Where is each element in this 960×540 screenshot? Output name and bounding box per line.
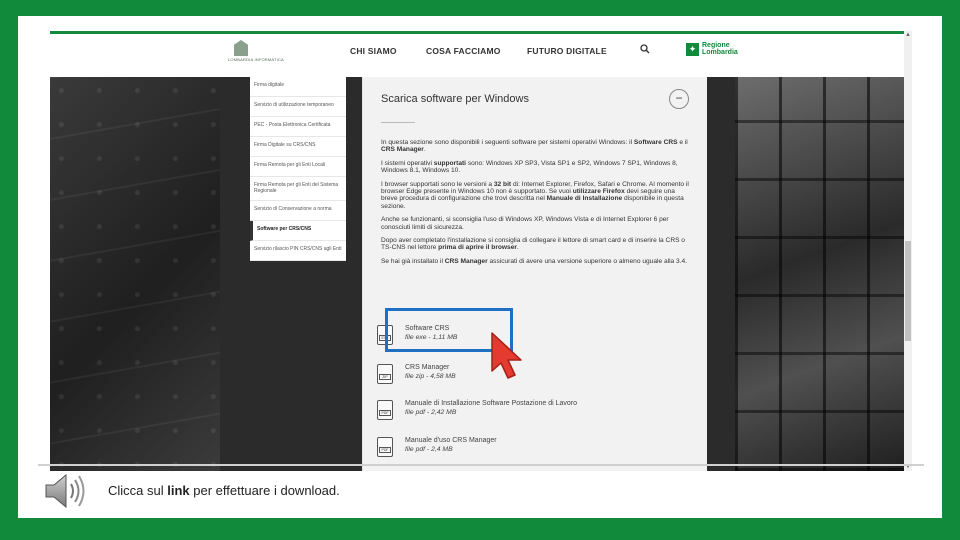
speaker-icon[interactable] [42, 473, 88, 509]
top-navigation: LOMBARDIA INFORMATICA CHI SIAMO COSA FAC… [50, 31, 904, 77]
region-label: Regione Lombardia [702, 42, 738, 56]
regione-lombardia-logo[interactable]: ✦ Regione Lombardia [686, 41, 746, 61]
download-name[interactable]: Manuale di Installazione Software Postaz… [405, 400, 577, 407]
zip-file-icon: ZIP [377, 364, 393, 384]
download-meta: file pdf - 2,4 MB [405, 446, 453, 453]
sidebar-item-firma-remota-sistema[interactable]: Firma Remota per gli Enti del Sistema Re… [250, 177, 346, 201]
description-text: In questa sezione sono disponibili i seg… [381, 139, 691, 271]
sidebar-item-firma-remota-enti-locali[interactable]: Firma Remota per gli Enti Locali [250, 157, 346, 177]
download-meta: file zip - 4,58 MB [405, 373, 456, 380]
website-screenshot: LOMBARDIA INFORMATICA CHI SIAMO COSA FAC… [50, 31, 912, 471]
sidebar-item-software-crs[interactable]: Software per CRS/CNS [250, 221, 346, 241]
download-name[interactable]: Manuale d'uso CRS Manager [405, 437, 497, 444]
background-image-left [50, 77, 220, 471]
nav-chi-siamo[interactable]: CHI SIAMO [350, 46, 397, 56]
paragraph-software: In questa sezione sono disponibili i seg… [381, 139, 688, 154]
sidebar-item-pec[interactable]: PEC - Posta Elettronica Certificata [250, 117, 346, 137]
sidebar-item-servizio-temporaneo[interactable]: Servizio di utilizzazione temporaneo [250, 97, 346, 117]
page-title: Scarica software per Windows [381, 93, 529, 105]
nav-cosa-facciamo[interactable]: COSA FACCIAMO [426, 46, 501, 56]
instruction-caption: Clicca sul link per effettuare i downloa… [108, 483, 340, 498]
paragraph-smartcard: Dopo aver completato l'installazione si … [381, 237, 685, 252]
cursor-arrow-icon [491, 332, 522, 379]
site-logo[interactable]: LOMBARDIA INFORMATICA [228, 40, 288, 66]
download-name[interactable]: CRS Manager [405, 364, 449, 371]
paragraph-version: Se hai già installato il CRS Manager ass… [381, 257, 688, 265]
download-manuale-uso[interactable]: PDF Manuale d'uso CRS Manager file pdf -… [377, 435, 677, 463]
background-image-right [735, 77, 912, 471]
footer-divider [38, 464, 924, 466]
region-icon: ✦ [686, 43, 699, 56]
logo-icon [234, 40, 248, 56]
download-manuale-installazione[interactable]: PDF Manuale di Installazione Software Po… [377, 398, 677, 426]
collapse-button[interactable]: − [669, 89, 689, 109]
slide-frame: LOMBARDIA INFORMATICA CHI SIAMO COSA FAC… [18, 16, 942, 518]
sidebar-item-rilascio-pin[interactable]: Servizio rilascio PIN CRS/CNS agli Enti [250, 241, 346, 261]
pdf-file-icon: PDF [377, 400, 393, 420]
sidebar-menu: Firma digitale Servizio di utilizzazione… [250, 77, 346, 261]
download-meta: file pdf - 2,42 MB [405, 409, 457, 416]
scrollbar-thumb[interactable] [905, 241, 911, 341]
pdf-file-icon: PDF [377, 437, 393, 457]
logo-text: LOMBARDIA INFORMATICA [228, 57, 284, 62]
paragraph-browser: I browser supportati sono le versioni a … [381, 180, 689, 210]
scroll-up-icon[interactable]: ▲ [905, 32, 911, 38]
title-divider [381, 122, 415, 123]
sidebar-item-firma-digitale[interactable]: Firma digitale [250, 77, 346, 97]
nav-futuro-digitale[interactable]: FUTURO DIGITALE [527, 46, 607, 56]
content-panel: Scarica software per Windows − In questa… [362, 77, 707, 471]
paragraph-os: I sistemi operativi supportati sono: Win… [381, 159, 678, 175]
scrollbar[interactable]: ▲ ▼ [904, 31, 912, 471]
sidebar-item-conservazione[interactable]: Servizio di Conservazione a norma [250, 201, 346, 221]
sidebar-item-firma-crs[interactable]: Firma Digitale su CRS/CNS [250, 137, 346, 157]
paragraph-security: Anche se funzionanti, si sconsiglia l'us… [381, 216, 669, 231]
search-icon[interactable] [640, 44, 650, 57]
